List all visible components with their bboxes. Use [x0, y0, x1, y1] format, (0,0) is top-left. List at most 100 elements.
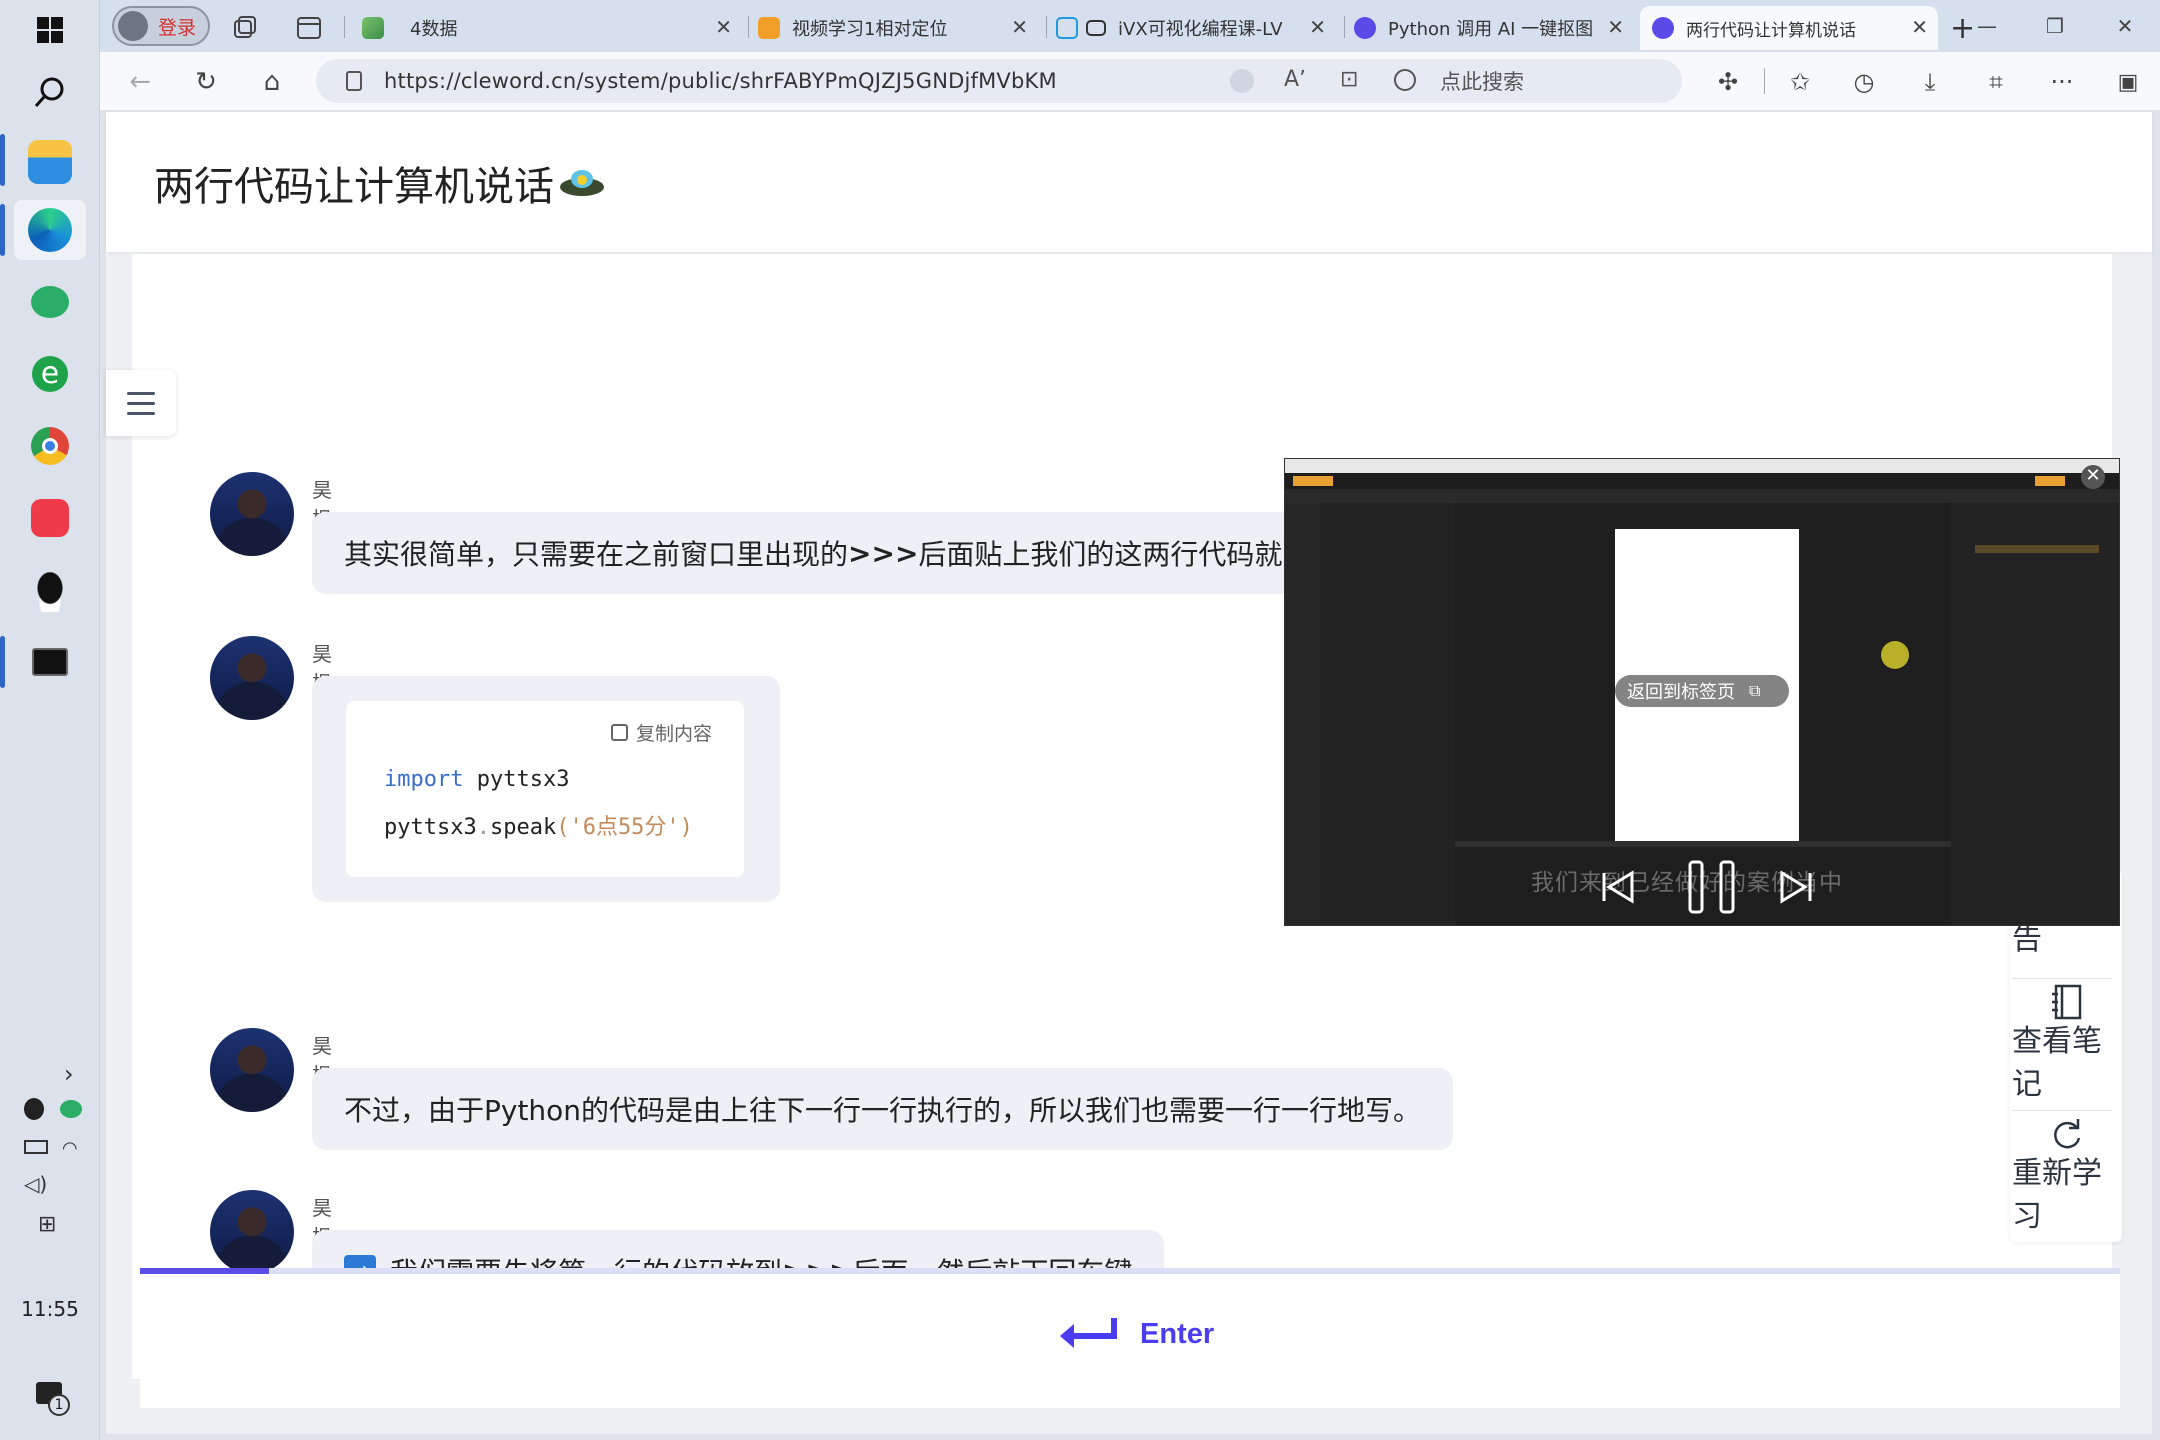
- history-icon[interactable]: ◷: [1844, 62, 1884, 102]
- menu-toggle-button[interactable]: [106, 370, 176, 436]
- profile-login-button[interactable]: 登录: [112, 6, 210, 46]
- tab-current[interactable]: 两行代码让计算机说话 ✕: [1640, 6, 1938, 50]
- message-text: 其实很简单，只需要在之前窗口里出现的: [344, 538, 849, 571]
- workspaces-icon[interactable]: [232, 6, 262, 50]
- screenshot-icon[interactable]: ⌗: [1976, 62, 2016, 102]
- edge-copilot-icon[interactable]: [1230, 69, 1254, 93]
- search-icon[interactable]: [14, 62, 86, 122]
- code-block: 复制内容 import pyttsx3 pyttsx3.speak('6点55分…: [346, 701, 744, 877]
- ie-icon[interactable]: e: [14, 344, 86, 404]
- screen-icon: [1086, 20, 1106, 36]
- bilibili-icon: [1056, 17, 1078, 39]
- close-icon[interactable]: ✕: [715, 15, 732, 39]
- back-icon[interactable]: ←: [120, 62, 160, 102]
- copy-label: 复制内容: [635, 723, 712, 745]
- view-notes-button[interactable]: 查看笔记: [2012, 984, 2112, 1106]
- video-close-icon[interactable]: ✕: [2081, 465, 2105, 489]
- edge-icon[interactable]: [14, 200, 86, 260]
- wechat-tray-icon[interactable]: [60, 1100, 82, 1118]
- return-arrow-icon: [1060, 1318, 1117, 1348]
- clock[interactable]: 11:55: [0, 1297, 100, 1321]
- code-line-2: pyttsx3.speak('6点55分'): [384, 809, 693, 841]
- home-icon[interactable]: ⌂: [252, 62, 292, 102]
- close-icon[interactable]: ✕: [1911, 15, 1928, 39]
- tab-python-ai[interactable]: Python 调用 AI 一键抠图 ✕: [1354, 6, 1634, 50]
- back-to-tab-label: 返回到标签页: [1627, 682, 1735, 703]
- chevron-right-icon[interactable]: ›: [64, 1060, 74, 1088]
- terminal-icon[interactable]: [14, 632, 86, 692]
- browser-tab-strip: 登录 4数据 ✕ 视频学习1相对定位 ✕ iVX可视化编程课-LV ✕ Pyth…: [100, 0, 2160, 52]
- external-link-icon: ⧉: [1749, 681, 1761, 700]
- netease-music-icon[interactable]: [14, 488, 86, 548]
- restore-icon[interactable]: ❐: [2030, 8, 2080, 44]
- close-icon[interactable]: ✕: [1607, 15, 1624, 39]
- tab-title: 两行代码让计算机说话: [1686, 20, 1856, 41]
- input-method-icon[interactable]: ⊞: [38, 1212, 56, 1237]
- notification-count: 1: [48, 1394, 70, 1416]
- app-available-icon[interactable]: ⊡: [1340, 67, 1358, 92]
- tab-video-learning[interactable]: 视频学习1相对定位 ✕: [758, 6, 1038, 50]
- video-controls: [1595, 859, 1815, 915]
- code-text: pyttsx3: [384, 815, 477, 840]
- windows-taskbar: e › ◠ ◁) ⊞ 11:55 1: [0, 0, 100, 1440]
- refresh-icon[interactable]: ↻: [186, 62, 226, 102]
- more-menu-icon[interactable]: ···: [2042, 62, 2082, 102]
- next-track-icon[interactable]: [1779, 869, 1813, 905]
- restart-learning-button[interactable]: 重新学习: [2012, 1116, 2112, 1238]
- lock-icon[interactable]: [346, 71, 362, 91]
- search-placeholder: 点此搜索: [1440, 70, 1524, 94]
- login-label: 登录: [158, 16, 197, 39]
- windows-start-icon[interactable]: [14, 0, 86, 60]
- downloads-icon[interactable]: ⤓: [1910, 62, 1950, 102]
- copy-content-button[interactable]: 复制内容: [610, 719, 712, 746]
- task-icon: [362, 17, 384, 39]
- tab-actions-icon[interactable]: [296, 6, 326, 50]
- report-label: 告: [2012, 922, 2042, 957]
- tab-title: 视频学习1相对定位: [792, 19, 948, 40]
- tab-ivx-course[interactable]: iVX可视化编程课-LV ✕: [1056, 6, 1336, 50]
- file-explorer-icon[interactable]: [14, 132, 86, 192]
- minimize-icon[interactable]: —: [1962, 8, 2012, 44]
- cleword-icon: [1354, 17, 1376, 39]
- enter-bar: Enter: [140, 1274, 2120, 1408]
- back-to-tab-button[interactable]: 返回到标签页 ⧉: [1615, 675, 1789, 707]
- wifi-icon[interactable]: ◠: [62, 1138, 78, 1159]
- extensions-icon[interactable]: ✣: [1708, 62, 1748, 102]
- address-bar[interactable]: https://cleword.cn/system/public/shrFABY…: [316, 59, 1456, 103]
- browser-toolbar: ← ↻ ⌂ https://cleword.cn/system/public/s…: [100, 52, 2160, 110]
- favorites-icon[interactable]: ✩: [1780, 62, 1820, 102]
- cleword-icon: [1652, 17, 1674, 39]
- message-bubble: 其实很简单，只需要在之前窗口里出现的 >>> 后面贴上我们的这两行代码就可以了。: [312, 512, 1427, 594]
- code-line-1: import pyttsx3: [384, 767, 569, 792]
- tab-4data[interactable]: 4数据 ✕: [362, 6, 742, 50]
- previous-track-icon[interactable]: [1601, 869, 1635, 905]
- pause-icon[interactable]: [1687, 859, 1737, 915]
- volume-icon[interactable]: ◁): [24, 1172, 47, 1196]
- qq-tray-icon[interactable]: [24, 1098, 44, 1120]
- enter-button[interactable]: Enter: [1060, 1316, 1214, 1352]
- wechat-icon[interactable]: [14, 272, 86, 332]
- battery-icon[interactable]: [24, 1140, 48, 1154]
- qq-icon[interactable]: [14, 562, 86, 622]
- enter-label: Enter: [1140, 1317, 1215, 1350]
- code-keyword: import: [384, 767, 464, 792]
- sidebar-toggle-icon[interactable]: ▣: [2108, 62, 2148, 102]
- page-title: 两行代码让计算机说话: [154, 154, 606, 212]
- avatar: [210, 636, 294, 720]
- close-icon[interactable]: ✕: [1011, 15, 1028, 39]
- close-icon[interactable]: ✕: [1309, 15, 1326, 39]
- page-title-text: 两行代码让计算机说话: [154, 164, 554, 210]
- window-close-icon[interactable]: ✕: [2100, 8, 2150, 44]
- read-aloud-icon[interactable]: Aʼ: [1284, 67, 1306, 92]
- copy-icon: [610, 724, 628, 741]
- search-box[interactable]: 点此搜索: [1370, 59, 1682, 103]
- restart-learning-label: 重新学习: [2012, 1156, 2102, 1234]
- chrome-icon[interactable]: [14, 416, 86, 476]
- avatar: [210, 472, 294, 556]
- message-bubble: 复制内容 import pyttsx3 pyttsx3.speak('6点55分…: [312, 676, 780, 902]
- video-pip-player[interactable]: ✕ 返回到标签页 ⧉ 我们来到已经做好的案例当中: [1284, 458, 2120, 926]
- tab-title: 4数据: [410, 19, 458, 40]
- url-text[interactable]: https://cleword.cn/system/public/shrFABY…: [384, 69, 1057, 93]
- refresh-icon: [2054, 1119, 2081, 1149]
- profile-icon: [118, 11, 148, 41]
